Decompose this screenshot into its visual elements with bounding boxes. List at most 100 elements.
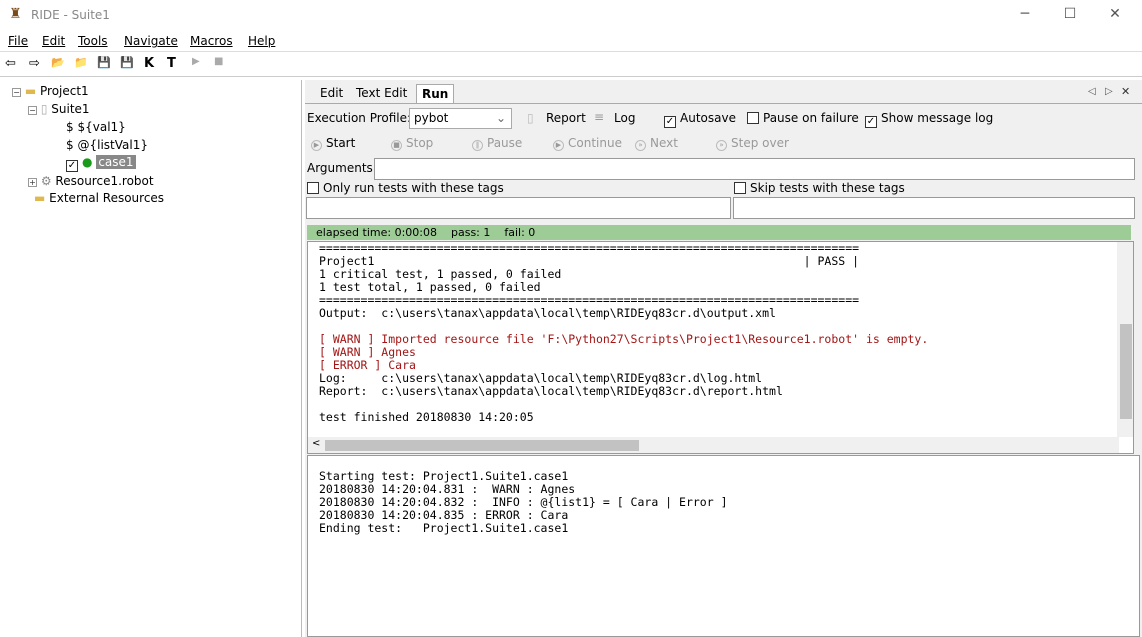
step-over-button[interactable]: » Step over: [716, 136, 789, 151]
external-folder-icon: ▬: [34, 191, 46, 205]
skip-tags-checkbox[interactable]: Skip tests with these tags: [734, 181, 905, 195]
pause-button[interactable]: ∥ Pause: [472, 136, 522, 151]
save-icon[interactable]: 💾: [97, 56, 111, 69]
tree-node-variable[interactable]: $ @{listVal1}: [66, 138, 148, 152]
start-button[interactable]: ▶ Start: [311, 136, 355, 151]
message-log-line: Ending test: Project1.Suite1.case1: [319, 521, 569, 535]
exclude-tags-input[interactable]: [733, 197, 1135, 219]
menu-help[interactable]: Help: [248, 34, 275, 48]
folder-icon: ▬: [24, 84, 37, 98]
testcase-checkbox[interactable]: ✓: [66, 160, 78, 172]
step-over-label: Step over: [731, 136, 789, 150]
collapse-icon[interactable]: −: [28, 106, 37, 115]
message-log[interactable]: Starting test: Project1.Suite1.case1 2018…: [307, 455, 1140, 637]
search-keywords-icon[interactable]: K: [144, 56, 154, 71]
vertical-scrollbar[interactable]: [1117, 242, 1133, 437]
project-tree: − ▬ Project1 − ▯ Suite1 $ ${val1} $ @{li…: [0, 80, 302, 637]
title-bar: ♜ RIDE - Suite1 ─ ☐ ✕: [0, 0, 1142, 32]
console-line: test finished 20180830 14:20:05: [319, 410, 534, 424]
menu-macros[interactable]: Macros: [190, 34, 233, 48]
menu-edit[interactable]: Edit: [42, 34, 65, 48]
tree-label: External Resources: [49, 191, 165, 205]
continue-button[interactable]: ▶ Continue: [553, 136, 622, 151]
include-tags-input[interactable]: [306, 197, 731, 219]
only-run-tags-label: Only run tests with these tags: [323, 181, 504, 195]
toolbar: ⇦ ⇨ 📂 📁 💾 💾 K T ▶ ■: [0, 53, 1142, 77]
next-icon: »: [635, 140, 646, 151]
open-folder-icon[interactable]: 📁: [74, 56, 88, 69]
stop-icon[interactable]: ■: [214, 56, 223, 67]
autosave-checkbox[interactable]: ✓ Autosave: [664, 111, 736, 128]
log-icon: ≡: [594, 110, 605, 124]
close-button[interactable]: ✕: [1100, 6, 1130, 22]
resource-file-icon: ⚙: [40, 174, 52, 188]
tree-node-resource[interactable]: + ⚙ Resource1.robot: [28, 174, 154, 188]
console-line: Output: c:\users\tanax\appdata\local\tem…: [319, 306, 776, 320]
pause-on-failure-checkbox[interactable]: Pause on failure: [747, 111, 859, 125]
execution-profile-select[interactable]: pybot ⌄: [409, 108, 512, 129]
tree-node-testcase[interactable]: ✓ ● case1: [66, 155, 136, 172]
run-icon[interactable]: ▶: [192, 56, 200, 67]
back-icon[interactable]: ⇦: [5, 56, 16, 71]
message-log-text: Starting test: Project1.Suite1.case1 2018…: [319, 470, 728, 535]
scroll-left-icon[interactable]: <: [312, 438, 320, 449]
collapse-icon[interactable]: −: [12, 88, 21, 97]
maximize-button[interactable]: ☐: [1055, 6, 1085, 22]
console-line: Report: c:\users\tanax\appdata\local\tem…: [319, 384, 783, 398]
profile-value: pybot: [414, 111, 449, 125]
show-message-log-checkbox[interactable]: ✓ Show message log: [865, 111, 993, 128]
only-run-tags-checkbox[interactable]: Only run tests with these tags: [307, 181, 504, 195]
pause-label: Pause: [487, 136, 523, 150]
scrollbar-thumb[interactable]: [325, 440, 639, 451]
report-button[interactable]: Report: [546, 111, 586, 125]
next-button[interactable]: » Next: [635, 136, 678, 151]
window-title: RIDE - Suite1: [31, 8, 110, 22]
tree-node-project[interactable]: − ▬ Project1: [12, 84, 89, 98]
arguments-label: Arguments:: [307, 161, 377, 175]
app-logo-icon: ♜: [9, 6, 22, 22]
tree-label: Resource1.robot: [55, 174, 154, 188]
tab-edit[interactable]: Edit: [315, 84, 348, 103]
console-text: ========================================…: [319, 242, 928, 424]
elapsed-time: elapsed time: 0:00:08: [316, 226, 437, 239]
play-icon: ▶: [311, 140, 322, 151]
stop-button[interactable]: ■ Stop: [391, 136, 433, 151]
start-label: Start: [326, 136, 356, 150]
autosave-label: Autosave: [680, 111, 736, 125]
tree-label: Project1: [40, 84, 89, 98]
tree-node-suite[interactable]: − ▯ Suite1: [28, 102, 90, 116]
console-output[interactable]: ========================================…: [307, 241, 1134, 454]
tree-label: case1: [96, 155, 136, 169]
chevron-down-icon: ⌄: [495, 111, 506, 125]
minimize-button[interactable]: ─: [1010, 6, 1040, 22]
menu-navigate[interactable]: Navigate: [124, 34, 178, 48]
next-label: Next: [650, 136, 678, 150]
tree-node-external[interactable]: ▬ External Resources: [34, 191, 164, 205]
stop-icon: ■: [391, 140, 402, 151]
horizontal-scrollbar[interactable]: <: [308, 437, 1119, 453]
pause-icon: ∥: [472, 140, 483, 151]
forward-icon[interactable]: ⇨: [29, 56, 40, 71]
execution-profile-label: Execution Profile:: [307, 111, 412, 125]
tab-prev-icon[interactable]: ◁: [1088, 86, 1096, 97]
open-project-icon[interactable]: 📂: [51, 56, 65, 69]
dollar-icon: $: [66, 138, 74, 152]
expand-icon[interactable]: +: [28, 178, 37, 187]
tab-next-icon[interactable]: ▷: [1105, 86, 1113, 97]
fail-count: fail: 0: [504, 226, 536, 239]
tab-text-edit[interactable]: Text Edit: [351, 84, 412, 103]
tab-close-icon[interactable]: ✕: [1121, 85, 1130, 98]
arguments-input[interactable]: [374, 158, 1135, 180]
log-button[interactable]: Log: [614, 111, 635, 125]
run-status-bar: elapsed time: 0:00:08 pass: 1 fail: 0: [307, 225, 1131, 240]
tree-label: @{listVal1}: [77, 138, 148, 152]
scrollbar-thumb[interactable]: [1120, 324, 1132, 419]
stop-label: Stop: [406, 136, 434, 150]
step-over-icon: »: [716, 140, 727, 151]
save-all-icon[interactable]: 💾: [120, 56, 134, 69]
menu-file[interactable]: File: [8, 34, 28, 48]
search-tests-icon[interactable]: T: [167, 56, 176, 71]
tree-node-variable[interactable]: $ ${val1}: [66, 120, 126, 134]
tab-run[interactable]: Run: [416, 84, 455, 103]
menu-tools[interactable]: Tools: [78, 34, 108, 48]
